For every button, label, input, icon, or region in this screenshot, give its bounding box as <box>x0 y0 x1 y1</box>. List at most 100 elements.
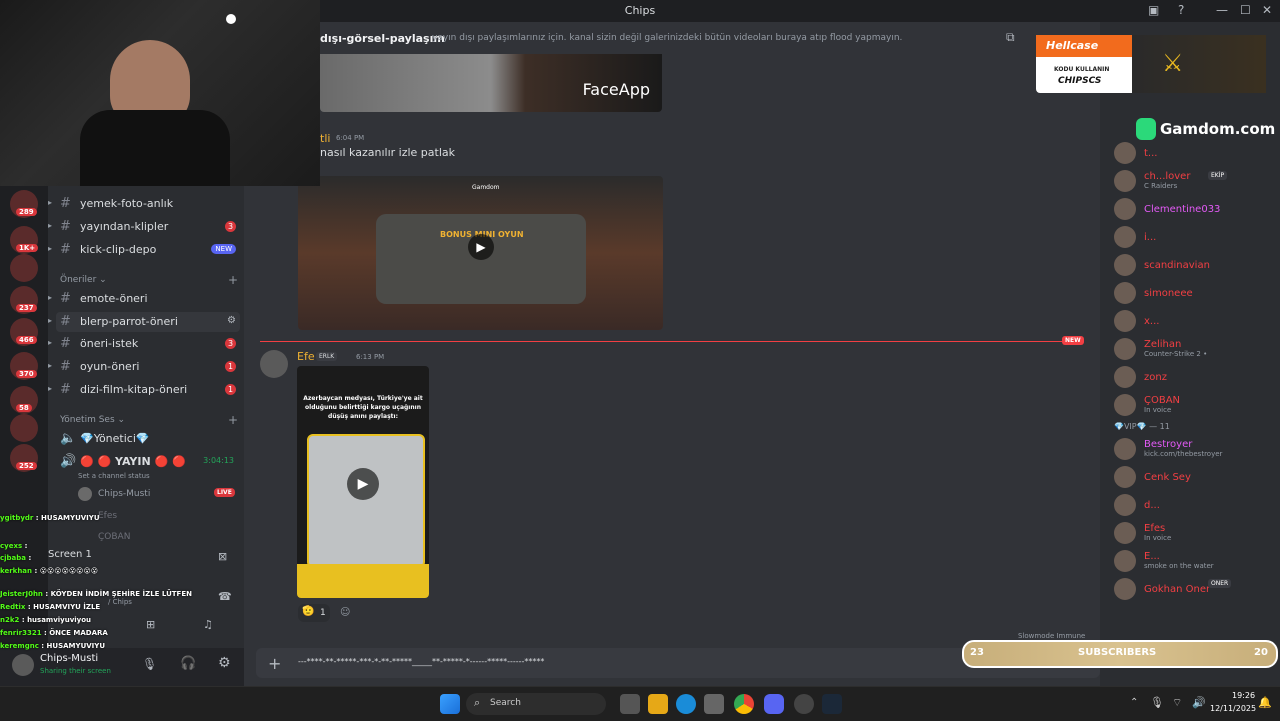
channel-yemek[interactable]: ▸ # yemek-foto-anlık <box>48 194 240 214</box>
member-row[interactable]: i... <box>1114 224 1274 250</box>
server-icon[interactable]: 466 <box>10 318 38 346</box>
video-attachment[interactable]: Azerbaycan medyası, Türkiye'ye ait olduğ… <box>297 366 429 598</box>
threads-icon[interactable]: ⧉ <box>1006 30 1015 45</box>
settings-gear-icon[interactable]: ⚙ <box>227 315 236 326</box>
member-row[interactable]: Efes In voice <box>1114 520 1274 546</box>
member-row[interactable]: Cenk Sey <box>1114 464 1274 490</box>
member-row[interactable]: scandinavian <box>1114 252 1274 278</box>
speaker-icon: 🔈 <box>60 431 77 446</box>
member-name: ch...lover <box>1144 171 1191 182</box>
stream-chat-user: JeisterJ0hn <box>0 590 43 598</box>
chevron-right-icon: ▸ <box>48 316 53 325</box>
hangup-icon[interactable]: ☎ <box>218 590 232 603</box>
microphone-icon[interactable]: 🎙 <box>142 657 157 671</box>
add-reaction-icon[interactable]: ☺ <box>340 607 350 618</box>
attach-plus-icon[interactable]: + <box>268 654 281 673</box>
member-row[interactable]: d... <box>1114 492 1274 518</box>
stream-chat-user: cyexs <box>0 542 23 550</box>
category-label: Yönetim Ses <box>60 415 115 425</box>
play-icon[interactable]: ▶ <box>347 468 379 500</box>
close-button[interactable]: ✕ <box>1262 3 1272 17</box>
file-explorer-icon[interactable] <box>648 694 668 714</box>
microphone-icon[interactable]: 🎙 <box>1150 696 1164 709</box>
server-icon[interactable] <box>10 254 38 282</box>
server-icon[interactable] <box>10 414 38 442</box>
server-icon[interactable]: 1K+ <box>10 226 39 254</box>
channel-oneri-istek[interactable]: ▸ # öneri-istek 3 <box>48 334 240 354</box>
channel-blerp-parrot[interactable]: ▸ # blerp-parrot-öneri ⚙ <box>48 312 240 332</box>
task-view-icon[interactable] <box>620 694 640 714</box>
play-icon[interactable]: ▶ <box>468 234 494 260</box>
store-icon[interactable] <box>704 694 724 714</box>
member-row[interactable]: ch...lover EKİP C Raiders <box>1114 168 1274 194</box>
video-embed[interactable]: BONUS MINI OYUN Gamdom ▶ <box>298 176 663 330</box>
category-oneriler[interactable]: Öneriler ⌄ + <box>60 273 238 287</box>
voice-channel-yayin[interactable]: 🔊 🔴 🔴 YAYIN 🔴 🔴 3:04:13 <box>56 452 240 472</box>
channel-emote-oneri[interactable]: ▸ # emote-öneri <box>48 289 240 309</box>
maximize-button[interactable]: ☐ <box>1240 3 1251 17</box>
windows-start-icon[interactable] <box>440 694 460 714</box>
member-row[interactable]: t... <box>1114 140 1274 166</box>
server-icon[interactable]: 370 <box>10 352 38 380</box>
member-status: Counter-Strike 2 • <box>1144 350 1208 358</box>
avatar[interactable] <box>260 350 288 378</box>
server-icon[interactable]: 252 <box>10 444 38 472</box>
help-icon[interactable]: ? <box>1178 3 1184 17</box>
member-row[interactable]: ÇOBAN In voice <box>1114 392 1274 418</box>
clock-time[interactable]: 19:26 <box>1232 691 1255 700</box>
server-icon[interactable]: 289 <box>10 190 38 218</box>
chevron-up-icon[interactable]: ⌃ <box>1130 697 1138 708</box>
app-icon[interactable] <box>794 694 814 714</box>
message-author[interactable]: Efe <box>297 350 315 363</box>
minimize-button[interactable]: — <box>1216 3 1228 17</box>
volume-icon[interactable]: 🔊 <box>1192 696 1206 709</box>
voice-channel-yonetici[interactable]: 🔈 💎Yönetici💎 <box>56 429 240 449</box>
faceapp-image[interactable]: FaceApp <box>320 54 662 112</box>
member-row[interactable]: Gokhan Oner ONER <box>1114 576 1274 602</box>
member-row[interactable]: simoneee <box>1114 280 1274 306</box>
category-yonetim-ses[interactable]: Yönetim Ses ⌄ + <box>60 413 238 427</box>
channel-klipler[interactable]: ▸ # yayından-klipler 3 <box>48 217 240 237</box>
member-row[interactable]: x... <box>1114 308 1274 334</box>
role-tag: ONER <box>1208 579 1232 588</box>
edge-icon[interactable] <box>676 694 696 714</box>
subscribers-left: 23 <box>970 647 984 658</box>
avatar <box>78 487 92 501</box>
voice-user[interactable]: Chips-Musti LIVE <box>78 486 238 502</box>
channel-label: yayından-klipler <box>80 220 169 233</box>
member-row[interactable]: zonz <box>1114 364 1274 390</box>
channel-label: blerp-parrot-öneri <box>80 315 178 328</box>
notification-icon[interactable]: 🔔 <box>1258 696 1272 709</box>
reaction[interactable]: 🫡 1 <box>298 604 330 622</box>
member-row[interactable]: Clementine033 <box>1114 196 1274 222</box>
stream-chat-line: Redtix : HUSAMVIYU İZLE <box>0 603 100 611</box>
channel-oyun-oneri[interactable]: ▸ # oyun-öneri 1 <box>48 357 240 377</box>
steam-icon[interactable] <box>822 694 842 714</box>
server-icon[interactable]: 237 <box>10 286 38 314</box>
channel-status[interactable]: Set a channel status <box>78 472 150 480</box>
stream-chat-line: JeisterJ0hn : KÖYDEN İNDİM ŞEHİRE İZLE L… <box>0 590 192 598</box>
stream-chat-text: : 😮😮😮😮😮😮😮😮 <box>32 567 99 575</box>
avatar <box>1114 310 1136 332</box>
wifi-icon[interactable]: ⌔ <box>1172 696 1182 710</box>
member-row[interactable]: E... smoke on the water <box>1114 548 1274 574</box>
server-icon[interactable]: 58 <box>10 386 38 414</box>
member-row[interactable]: Zelihan Counter-Strike 2 • <box>1114 336 1274 362</box>
headphones-icon[interactable]: 🎧 <box>180 656 196 671</box>
add-channel-icon[interactable]: + <box>228 413 238 427</box>
disconnect-icon[interactable]: ⊠ <box>218 550 227 563</box>
channel-kick-clip[interactable]: ▸ # kick-clip-depo NEW <box>48 240 240 260</box>
hash-icon: # <box>60 219 71 234</box>
discord-icon[interactable] <box>764 694 784 714</box>
composer-input[interactable]: ---****-**-*****-***-*-**-*****_____**-*… <box>298 657 544 666</box>
clock-date[interactable]: 12/11/2025 <box>1210 704 1256 713</box>
member-row[interactable]: Bestroyer kick.com/thebestroyer <box>1114 436 1274 462</box>
chrome-icon[interactable] <box>734 694 754 714</box>
settings-gear-icon[interactable]: ⚙ <box>218 655 231 671</box>
add-channel-icon[interactable]: + <box>228 273 238 287</box>
channel-dizi-film[interactable]: ▸ # dizi-film-kitap-öneri 1 <box>48 380 240 400</box>
message-author[interactable]: tli <box>320 132 330 145</box>
taskbar-search[interactable]: ⌕ Search <box>466 693 606 715</box>
inbox-icon[interactable]: ▣ <box>1148 3 1159 17</box>
avatar[interactable] <box>12 654 34 676</box>
